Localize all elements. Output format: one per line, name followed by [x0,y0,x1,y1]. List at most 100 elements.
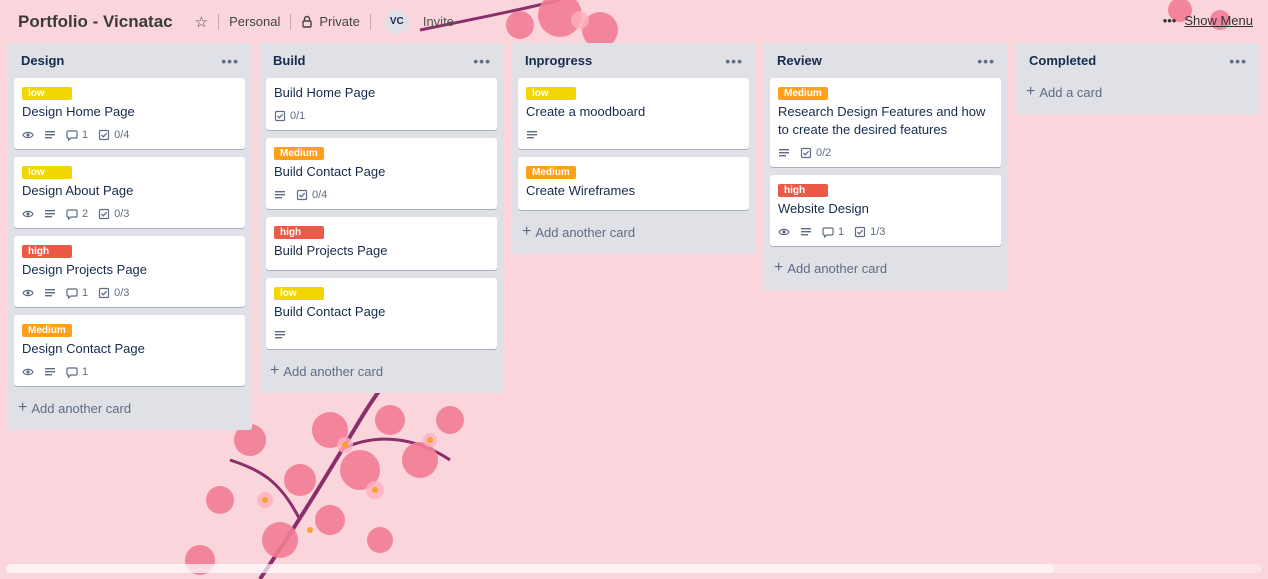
card[interactable]: Medium Design Contact Page 1 [14,315,245,386]
checklist-badge: 0/3 [98,208,129,220]
list-title[interactable]: Completed [1029,53,1096,68]
comments-badge: 1 [66,366,88,378]
checklist-badge: 0/1 [274,110,305,122]
plus-icon: + [774,259,784,276]
add-card-button[interactable]: + Add another card [14,394,245,422]
star-icon[interactable]: ☆ [195,13,208,31]
description-icon [800,226,812,238]
card-title: Build Projects Page [274,243,388,258]
show-menu-label: Show Menu [1184,13,1253,28]
card[interactable]: low Design About Page 2 0/3 [14,157,245,228]
comments-badge: 2 [66,208,88,220]
comment-count: 1 [82,129,89,141]
card-title: Website Design [778,201,869,216]
comment-count: 1 [82,287,89,299]
list-completed: Completed ••• + Add a card [1015,43,1260,114]
list-header: Inprogress ••• [518,43,749,78]
card-label: high [274,226,324,239]
plus-icon: + [522,223,532,240]
card-label: low [526,87,576,100]
card[interactable]: Medium Build Contact Page 0/4 [266,138,497,209]
card-label: Medium [778,87,828,100]
checklist-badge: 0/2 [800,147,831,159]
card-label: Medium [274,147,324,160]
card[interactable]: Medium Create Wireframes [518,157,749,210]
card-title: Create Wireframes [526,183,636,198]
card-title: Design Contact Page [22,341,145,356]
plus-icon: + [1026,83,1036,100]
card-label: low [22,87,72,100]
header-divider [290,13,292,30]
card-badges [526,125,741,145]
board-title[interactable]: Portfolio - Vicnatac [18,12,173,32]
invite-button[interactable]: Invite [423,14,454,29]
list-review: Review ••• Medium Research Design Features … [763,43,1008,290]
lock-icon [302,15,313,28]
checklist-count: 0/4 [114,129,130,141]
description-icon [274,189,286,201]
add-card-label: Add another card [535,224,636,240]
card-title: Design About Page [22,183,134,198]
scrollbar-thumb[interactable] [6,564,1054,573]
list-design: Design ••• low Design Home Page 1 0/4 low Desig… [7,43,252,430]
checklist-count: 0/4 [312,189,328,201]
card-badges: 0/1 [274,106,489,126]
team-button[interactable]: Personal [229,14,280,29]
list-title[interactable]: Inprogress [525,53,592,68]
comment-count: 2 [82,208,89,220]
show-menu-button[interactable]: ••• Show Menu [1163,13,1253,28]
team-label: Personal [229,14,281,29]
visibility-label: Private [319,14,360,29]
more-icon: ••• [1162,13,1177,28]
horizontal-scrollbar[interactable] [6,564,1262,573]
list-title[interactable]: Build [273,53,306,68]
avatar[interactable]: VC [384,9,409,34]
list-menu-icon[interactable]: ••• [977,53,995,69]
header-divider [218,13,220,30]
list-menu-icon[interactable]: ••• [473,53,491,69]
list-title[interactable]: Design [21,53,64,68]
card[interactable]: low Create a moodboard [518,78,749,149]
card[interactable]: high Build Projects Page [266,217,497,270]
card[interactable]: high Design Projects Page 1 0/3 [14,236,245,307]
card-title: Design Projects Page [22,262,148,277]
comments-badge: 1 [66,287,88,299]
list-header: Design ••• [14,43,245,78]
card-badges: 1 0/3 [22,283,237,303]
card[interactable]: Medium Research Design Features and how t… [770,78,1001,167]
list-build: Build ••• Build Home Page 0/1 Medium Build Co… [259,43,504,393]
description-icon [44,129,56,141]
plus-icon: + [18,399,28,416]
card[interactable]: low Design Home Page 1 0/4 [14,78,245,149]
card-title: Create a moodboard [526,104,646,119]
checklist-count: 0/1 [290,110,306,122]
list-menu-icon[interactable]: ••• [725,53,743,69]
add-card-button[interactable]: + Add another card [770,254,1001,282]
card-label: high [778,184,828,197]
list-title[interactable]: Review [777,53,822,68]
card-title: Build Contact Page [274,304,386,319]
checklist-count: 0/2 [816,147,832,159]
watch-icon [22,208,34,220]
card[interactable]: Build Home Page 0/1 [266,78,497,130]
add-card-button[interactable]: + Add a card [1022,78,1253,106]
list-menu-icon[interactable]: ••• [1229,53,1247,69]
list-menu-icon[interactable]: ••• [221,53,239,69]
card[interactable]: high Website Design 1 1/3 [770,175,1001,246]
card-title: Build Home Page [274,85,376,100]
checklist-count: 0/3 [114,208,130,220]
checklist-badge: 1/3 [854,226,885,238]
description-icon [44,208,56,220]
add-card-label: Add another card [31,400,132,416]
add-card-button[interactable]: + Add another card [266,357,497,385]
checklist-badge: 0/4 [98,129,129,141]
card-badges: 2 0/3 [22,204,237,224]
card-badges [274,325,489,345]
add-card-button[interactable]: + Add another card [518,218,749,246]
visibility-button[interactable]: Private [301,14,360,29]
card[interactable]: low Build Contact Page [266,278,497,349]
card-badges: 1 [22,362,237,382]
description-icon [778,147,790,159]
list-header: Review ••• [770,43,1001,78]
card-title: Research Design Features and how to crea… [778,104,986,137]
